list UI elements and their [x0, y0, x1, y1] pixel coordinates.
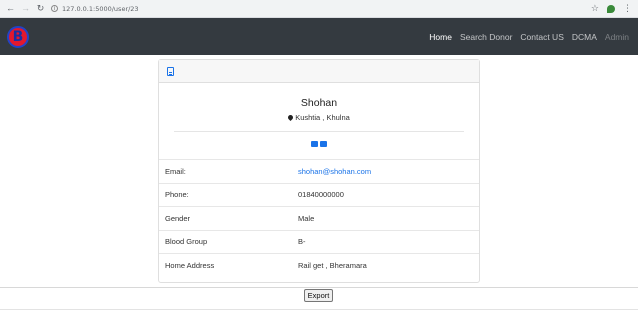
forward-icon[interactable]: →: [21, 4, 30, 13]
browser-actions: ☆ ⋮: [591, 3, 632, 14]
detail-label: Blood Group: [165, 237, 208, 247]
email-link[interactable]: shohan@shohan.com: [298, 167, 479, 176]
menu-dots-icon[interactable]: ⋮: [623, 3, 632, 14]
site-navbar: B Home Search Donor Contact US DCMA Admi…: [0, 18, 638, 55]
nav-admin[interactable]: Admin: [605, 32, 629, 42]
nav-menu: Home Search Donor Contact US DCMA Admin: [429, 32, 631, 42]
address-bar[interactable]: i 127.0.0.1:5000/user/23: [51, 2, 591, 15]
nav-home[interactable]: Home: [429, 32, 452, 42]
detail-row-phone: Phone: 01840000000: [159, 182, 479, 207]
detail-label: Email:: [165, 166, 186, 176]
bottom-divider: [0, 309, 638, 310]
map-pin-icon: [287, 113, 295, 122]
reload-icon[interactable]: ↻: [36, 4, 45, 13]
location-text: Kushtia , Khulna: [295, 113, 350, 122]
extension-icon[interactable]: [607, 4, 615, 13]
footer-divider: [0, 287, 638, 288]
profile-section: Shohan Kushtia , Khulna: [159, 83, 479, 147]
browser-toolbar: ← → ↻ i 127.0.0.1:5000/user/23 ☆ ⋮: [0, 0, 638, 18]
nav-contact-us[interactable]: Contact US: [520, 32, 563, 42]
detail-label: Gender: [165, 213, 191, 223]
card-header: [159, 60, 479, 83]
donor-location: Kushtia , Khulna: [159, 113, 479, 122]
logo-letter: B: [12, 28, 24, 45]
detail-value: B-: [298, 237, 306, 247]
back-icon[interactable]: ←: [6, 4, 15, 13]
info-icon[interactable]: i: [51, 5, 58, 12]
details-table: Email: shohan@shohan.com Phone: 01840000…: [159, 159, 479, 277]
profile-divider: [174, 131, 464, 132]
detail-value: Rail get , Bheramara: [298, 260, 367, 270]
export-button[interactable]: Export: [304, 289, 333, 302]
donor-card: Shohan Kushtia , Khulna Email: shohan@sh…: [158, 59, 480, 283]
phone-icon[interactable]: [311, 141, 318, 147]
detail-label: Home Address: [165, 260, 215, 270]
nav-dcma[interactable]: DCMA: [572, 32, 597, 42]
bookmark-star-icon[interactable]: ☆: [591, 3, 599, 14]
detail-row-home-address: Home Address Rail get , Bheramara: [159, 253, 479, 277]
detail-row-gender: Gender Male: [159, 206, 479, 230]
envelope-icon[interactable]: [320, 141, 327, 147]
detail-value: 01840000000: [298, 190, 344, 200]
browser-nav: ← → ↻: [6, 4, 45, 13]
url-text: 127.0.0.1:5000/user/23: [62, 4, 139, 13]
detail-row-email: Email: shohan@shohan.com: [159, 159, 479, 183]
detail-row-blood-group: Blood Group B-: [159, 229, 479, 254]
brand-logo[interactable]: B: [7, 25, 29, 48]
detail-value: Male: [298, 213, 315, 223]
nav-search-donor[interactable]: Search Donor: [460, 32, 512, 42]
document-icon[interactable]: [167, 66, 174, 76]
donor-name: Shohan: [300, 97, 338, 109]
contact-icons: [159, 141, 479, 147]
detail-label: Phone:: [165, 190, 189, 200]
